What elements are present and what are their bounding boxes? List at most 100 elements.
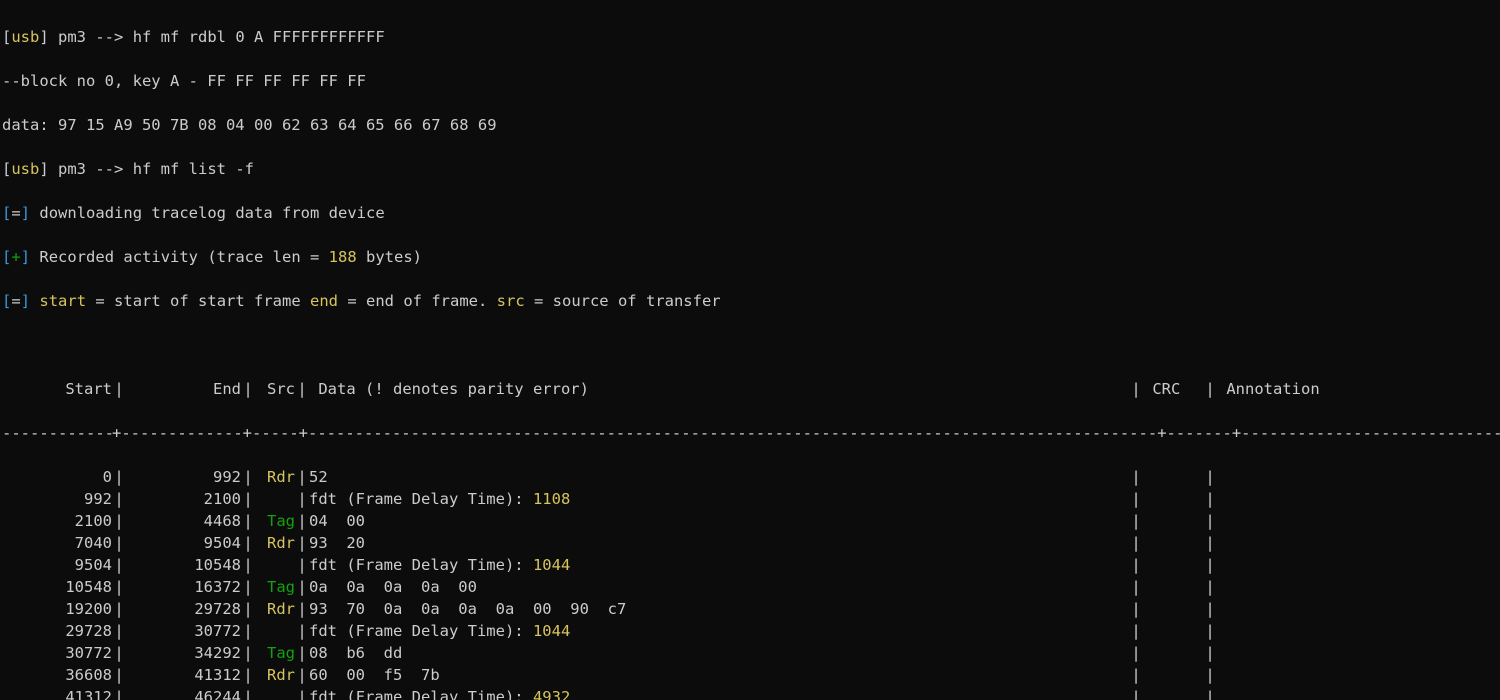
cell-data: 0a 0a 0a 0a 00 [309,576,1129,598]
cell-end: 9504 [126,532,241,554]
table-header: Start|End|Src| Data (! denotes parity er… [2,378,1498,400]
cell-src: Tag [255,642,295,664]
table-separator: ------------+-------------+-----+-------… [2,422,1498,444]
divider: | [295,532,309,554]
cell-start: 2100 [2,510,112,532]
cell-start: 19200 [2,598,112,620]
divider: | [112,664,126,686]
divider: | [112,576,126,598]
divider: | [241,554,255,576]
divider: | [295,554,309,576]
cell-src: Rdr [255,664,295,686]
divider: | [1129,598,1143,620]
divider: | [112,642,126,664]
table-rows-container: 0|992|Rdr|52||992|2100||fdt (Frame Delay… [2,466,1498,700]
divider: | [241,510,255,532]
status-recorded: [+] Recorded activity (trace len = 188 b… [2,246,1498,268]
cell-start: 36608 [2,664,112,686]
divider: | [241,664,255,686]
cell-start: 10548 [2,576,112,598]
divider: | [1203,598,1217,620]
terminal-output[interactable]: [usb] pm3 --> hf mf rdbl 0 A FFFFFFFFFFF… [0,0,1500,700]
cell-data: fdt (Frame Delay Time): 1108 [309,488,1129,510]
divider: | [1129,686,1143,700]
cell-data: 93 20 [309,532,1129,554]
cell-end: 16372 [126,576,241,598]
status-download: [=] downloading tracelog data from devic… [2,202,1498,224]
cell-end: 29728 [126,598,241,620]
cell-data: fdt (Frame Delay Time): 1044 [309,554,1129,576]
divider: | [1203,466,1217,488]
divider: | [112,510,126,532]
divider: | [241,532,255,554]
prompt-line-2: [usb] pm3 --> hf mf list -f [2,158,1498,180]
cell-data: fdt (Frame Delay Time): 4932 [309,686,1129,700]
prompt-line-1: [usb] pm3 --> hf mf rdbl 0 A FFFFFFFFFFF… [2,26,1498,48]
divider: | [295,620,309,642]
cell-data: 08 b6 dd [309,642,1129,664]
divider: | [295,466,309,488]
divider: | [112,620,126,642]
divider: | [1129,532,1143,554]
divider: | [112,554,126,576]
divider: | [1129,466,1143,488]
divider: | [1203,620,1217,642]
divider: | [295,642,309,664]
divider: | [241,576,255,598]
data-line: data: 97 15 A9 50 7B 08 04 00 62 63 64 6… [2,114,1498,136]
divider: | [1129,554,1143,576]
divider: | [112,686,126,700]
table-row: 0|992|Rdr|52|| [2,466,1498,488]
cell-src: Rdr [255,466,295,488]
cell-start: 0 [2,466,112,488]
divider: | [1129,620,1143,642]
cell-start: 9504 [2,554,112,576]
table-row: 7040|9504|Rdr|93 20|| [2,532,1498,554]
cell-end: 41312 [126,664,241,686]
divider: | [1203,576,1217,598]
table-row: 9504|10548||fdt (Frame Delay Time): 1044… [2,554,1498,576]
divider: | [1203,554,1217,576]
cell-data: 60 00 f5 7b [309,664,1129,686]
divider: | [1203,664,1217,686]
table-row: 29728|30772||fdt (Frame Delay Time): 104… [2,620,1498,642]
cell-end: 10548 [126,554,241,576]
divider: | [1203,686,1217,700]
table-row: 19200|29728|Rdr|93 70 0a 0a 0a 0a 00 90 … [2,598,1498,620]
cell-end: 4468 [126,510,241,532]
divider: | [241,642,255,664]
cell-end: 992 [126,466,241,488]
block-line: --block no 0, key A - FF FF FF FF FF FF [2,70,1498,92]
divider: | [1129,510,1143,532]
divider: | [295,576,309,598]
divider: | [241,620,255,642]
table-row: 36608|41312|Rdr|60 00 f5 7b|| [2,664,1498,686]
cell-src: Tag [255,510,295,532]
cell-start: 7040 [2,532,112,554]
cell-data: 93 70 0a 0a 0a 0a 00 90 c7 [309,598,1129,620]
table-row: 10548|16372|Tag|0a 0a 0a 0a 00|| [2,576,1498,598]
divider: | [241,598,255,620]
divider: | [1129,488,1143,510]
cell-end: 30772 [126,620,241,642]
divider: | [295,598,309,620]
divider: | [1203,510,1217,532]
divider: | [112,532,126,554]
divider: | [1129,642,1143,664]
divider: | [1203,642,1217,664]
table-row: 2100|4468|Tag|04 00|| [2,510,1498,532]
cell-start: 992 [2,488,112,510]
divider: | [112,466,126,488]
divider: | [295,488,309,510]
cell-src: Rdr [255,598,295,620]
cell-end: 34292 [126,642,241,664]
divider: | [295,664,309,686]
divider: | [112,598,126,620]
table-row: 30772|34292|Tag|08 b6 dd|| [2,642,1498,664]
cell-start: 41312 [2,686,112,700]
cell-end: 2100 [126,488,241,510]
cell-end: 46244 [126,686,241,700]
cell-data: 04 00 [309,510,1129,532]
divider: | [1203,532,1217,554]
divider: | [1129,576,1143,598]
